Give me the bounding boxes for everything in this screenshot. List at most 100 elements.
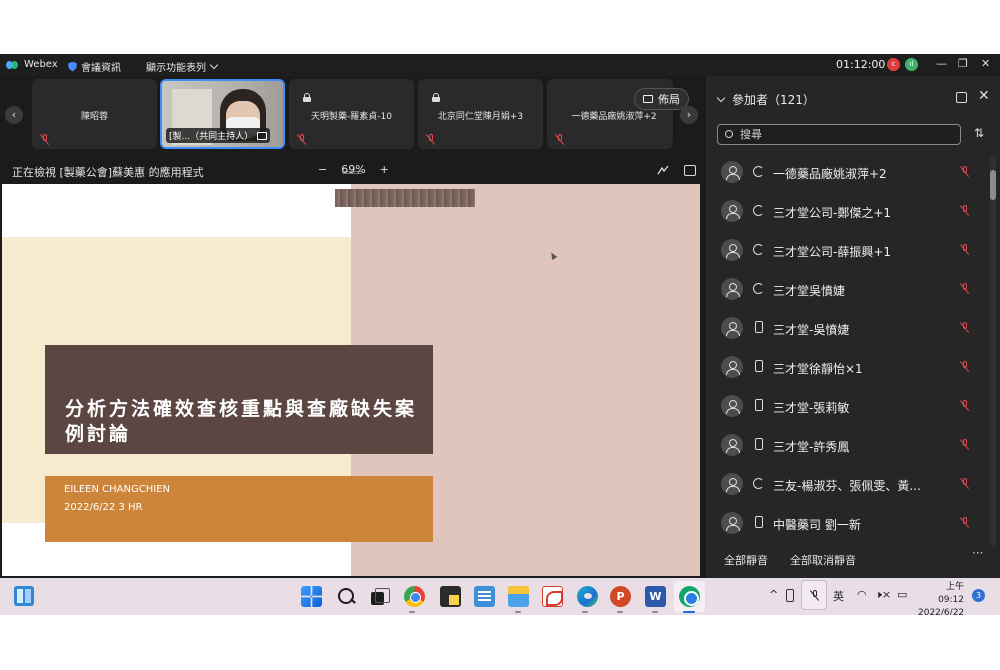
widgets-icon[interactable] (14, 586, 34, 606)
video-tile[interactable]: 天明製藥-羅素貞-10 (289, 79, 414, 149)
muted-mic-icon[interactable] (959, 361, 970, 372)
muted-mic-icon[interactable] (959, 400, 970, 411)
wifi-icon[interactable]: ◠ (857, 588, 867, 601)
avatar (721, 356, 743, 378)
participant-name: 三才堂-許秀鳳 (773, 440, 850, 454)
ime-indicator[interactable]: 英 (833, 588, 844, 604)
sort-icon[interactable]: ⇅ (974, 126, 984, 140)
lock-icon (303, 93, 311, 102)
participant-row[interactable]: 三才堂公司-薛振興+1 (706, 232, 990, 271)
popout-view-icon[interactable] (684, 165, 696, 176)
slide-title-box: 分析方法確效查核重點與查廠缺失案例討論 (45, 345, 433, 454)
slide-author-box: EILEEN CHANGCHIEN 2022/6/22 3 HR (45, 476, 433, 542)
usb-icon[interactable] (786, 589, 794, 602)
close-window-button[interactable]: ✕ (981, 57, 990, 70)
muted-mic-icon[interactable] (959, 322, 970, 333)
battery-icon[interactable]: ▭ (897, 588, 907, 601)
restore-button[interactable]: ❐ (958, 57, 968, 70)
muted-mic-icon[interactable] (959, 166, 970, 177)
synced-device-icon (753, 283, 764, 294)
zoom-in-button[interactable]: + (380, 163, 389, 176)
acrobat-icon[interactable] (542, 586, 563, 607)
zoom-value[interactable]: 69% (341, 163, 365, 176)
file-explorer-icon[interactable] (508, 586, 529, 607)
word-icon[interactable]: W (645, 586, 666, 607)
webex-screen: Webex 會議資訊 顯示功能表列 01:12:00 c ıl — ❐ ✕ ‹ … (0, 54, 1000, 615)
annotate-icon[interactable] (657, 165, 669, 176)
participant-row[interactable]: 一德藥品廠姚淑萍+2 (706, 154, 990, 193)
system-clock[interactable]: 上午 09:12 2022/6/22 (918, 581, 964, 615)
video-tile-active[interactable]: [製...（共同主持人） (160, 79, 285, 149)
running-indicator-active (683, 611, 695, 613)
chrome-icon[interactable] (404, 586, 425, 607)
meeting-timer: 01:12:00 (836, 58, 886, 71)
layout-button[interactable]: 佈局 (634, 88, 689, 110)
start-menu-icon[interactable] (301, 586, 322, 607)
participant-scrollbar[interactable] (990, 156, 996, 546)
app-name: Webex (24, 59, 58, 70)
muted-mic-icon[interactable] (959, 478, 970, 489)
phone-icon (755, 399, 763, 411)
participants-footer: 全部靜音 全部取消靜音 (724, 552, 856, 568)
video-tile[interactable]: 陳昭蓉 (32, 79, 157, 149)
zoom-out-button[interactable]: − (318, 163, 327, 176)
minimize-button[interactable]: — (936, 57, 947, 70)
synced-device-icon (753, 166, 764, 177)
participant-row[interactable]: 三才堂徐靜怡×1 (706, 349, 990, 388)
sticky-notes-icon[interactable] (440, 586, 461, 607)
scrollbar-thumb[interactable] (990, 170, 996, 200)
strip-prev-button[interactable]: ‹ (5, 106, 23, 124)
muted-mic-icon[interactable] (959, 205, 970, 216)
muted-mic-icon (554, 134, 565, 145)
notification-badge[interactable]: 3 (972, 589, 985, 602)
participant-row[interactable]: 三才堂公司-鄭傑之+1 (706, 193, 990, 232)
phone-icon (755, 321, 763, 333)
synced-device-icon (753, 244, 764, 255)
show-menu-bar-button[interactable]: 顯示功能表列 (146, 59, 219, 74)
audio-level-badge[interactable]: ıl (905, 58, 918, 71)
participant-name: 三才堂公司-鄭傑之+1 (773, 206, 892, 220)
avatar (721, 278, 743, 300)
close-panel-button[interactable]: ✕ (978, 88, 990, 104)
synced-device-icon (753, 205, 764, 216)
notepad-icon[interactable] (474, 586, 495, 607)
slide-title: 分析方法確效查核重點與查廠缺失案例討論 (65, 398, 418, 445)
participant-row[interactable]: 三才堂-張莉敏 (706, 388, 990, 427)
muted-mic-icon[interactable] (959, 517, 970, 528)
participants-header[interactable]: 參加者（121） (716, 91, 815, 108)
tray-mic-muted-button[interactable] (801, 580, 827, 610)
powerpoint-icon[interactable]: P (610, 586, 631, 607)
participant-row[interactable]: 三友-楊淑芬、張佩雯、黃... (706, 466, 990, 505)
popout-panel-icon[interactable] (956, 92, 967, 103)
show-menu-bar-label: 顯示功能表列 (146, 63, 206, 74)
meeting-info-button[interactable]: 會議資訊 (68, 59, 121, 74)
recording-badge[interactable]: c (887, 58, 900, 71)
task-view-icon[interactable] (369, 586, 390, 607)
running-indicator (515, 611, 521, 613)
video-tile[interactable]: 北京同仁堂陳月娟+3 (418, 79, 543, 149)
running-indicator (409, 611, 415, 613)
unmute-all-button[interactable]: 全部取消靜音 (790, 552, 856, 568)
participant-row[interactable]: 三才堂-許秀鳳 (706, 427, 990, 466)
tray-overflow-icon[interactable]: ^ (769, 588, 778, 601)
participant-name: 三才堂公司-薛振興+1 (773, 245, 892, 259)
participant-name: 三才堂-吳憤婕 (773, 323, 850, 337)
viewing-status: 正在檢視 [製藥公會]蘇美惠 的應用程式 (12, 166, 204, 179)
participant-search-input[interactable]: 搜尋 (717, 124, 961, 145)
muted-mic-icon[interactable] (959, 244, 970, 255)
edge-icon[interactable] (577, 586, 598, 607)
muted-mic-icon[interactable] (959, 283, 970, 294)
volume-muted-icon[interactable]: 🕨× (875, 588, 891, 602)
strip-next-button[interactable]: › (680, 106, 698, 124)
webex-app-icon[interactable] (679, 586, 700, 607)
lock-icon (432, 93, 440, 102)
muted-mic-icon[interactable] (959, 439, 970, 450)
participant-row[interactable]: 中醫藥司 劉一新 (706, 505, 990, 544)
participant-row[interactable]: 三才堂-吳憤婕 (706, 310, 990, 349)
participant-row[interactable]: 三才堂吳憤婕 (706, 271, 990, 310)
share-view-bar: 正在檢視 [製藥公會]蘇美惠 的應用程式 − 69% + (0, 158, 706, 184)
slide-texture-strip (335, 189, 475, 207)
mute-all-button[interactable]: 全部靜音 (724, 552, 768, 568)
search-icon[interactable] (336, 586, 357, 607)
more-options-button[interactable]: ··· (972, 546, 983, 560)
